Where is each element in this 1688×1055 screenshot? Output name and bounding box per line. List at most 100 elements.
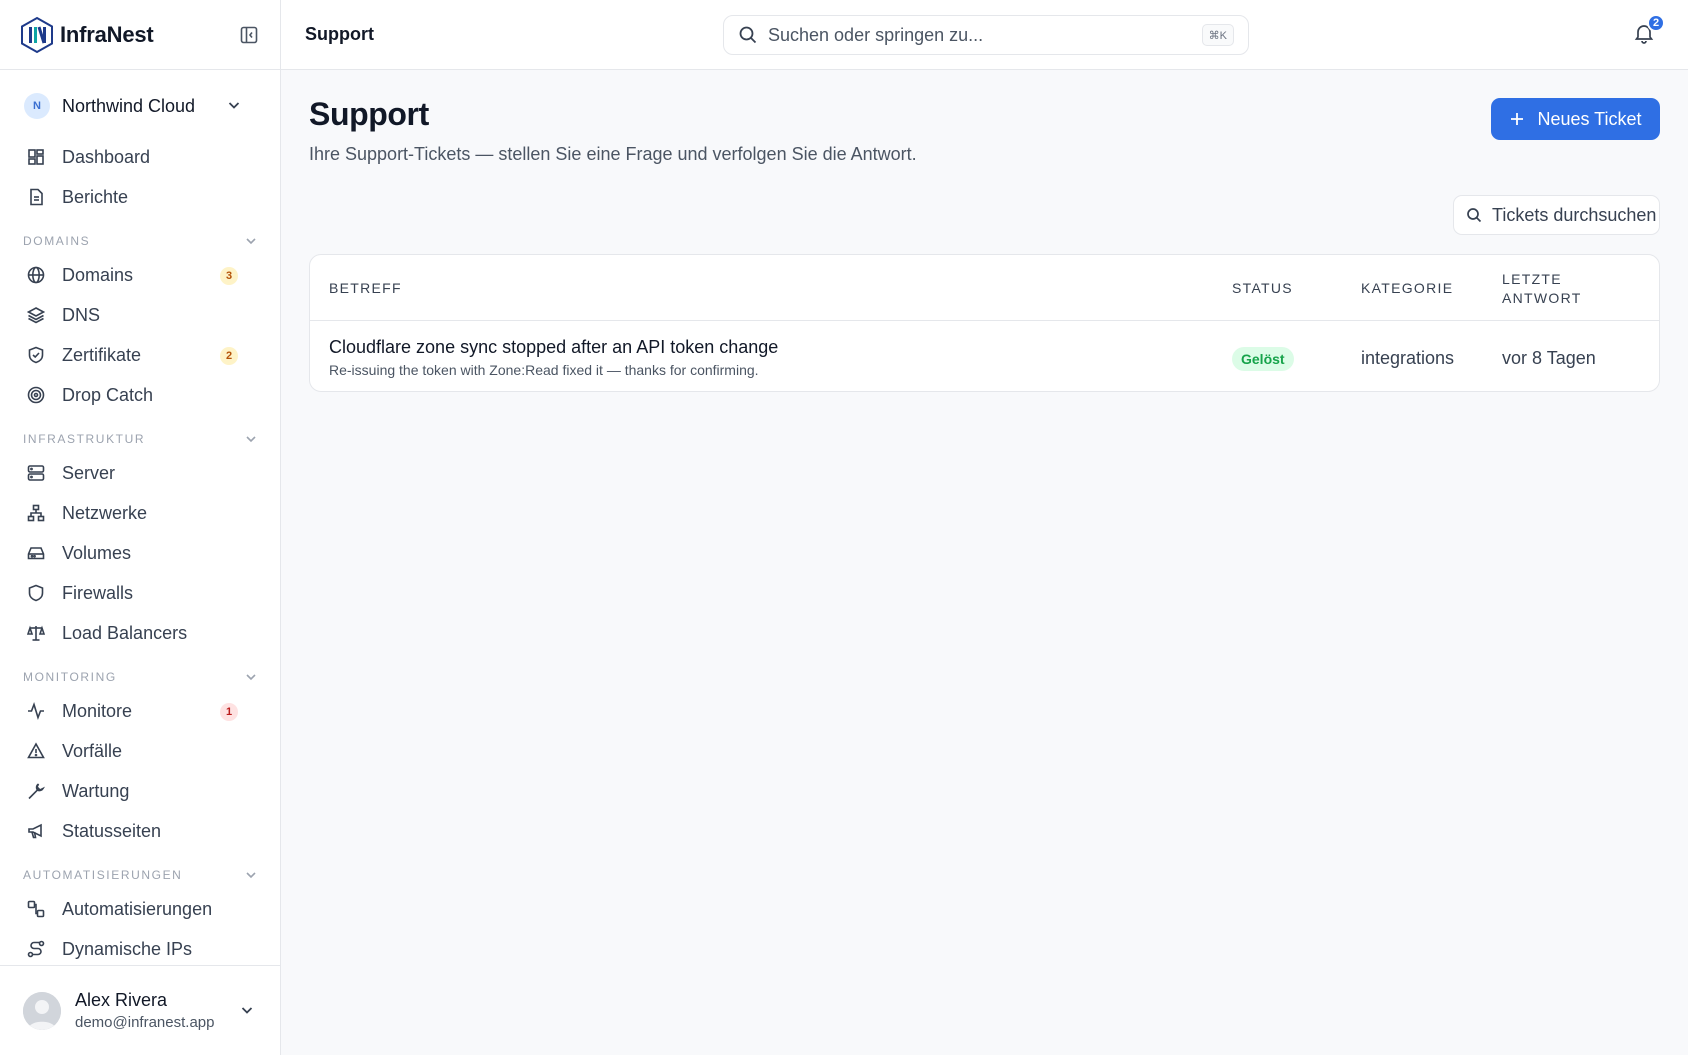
plus-icon — [1509, 111, 1525, 127]
ticket-last-reply: vor 8 Tagen — [1502, 348, 1596, 368]
sidebar-item-label: Dynamische IPs — [62, 938, 193, 959]
sidebar-item-drop-catch[interactable]: Drop Catch — [16, 378, 264, 412]
chevron-down-icon — [241, 1007, 253, 1014]
sidebar-item-label: Dashboard — [62, 146, 151, 167]
sidebar-item-dashboard[interactable]: Dashboard — [16, 140, 264, 174]
sidebar-item-label: Berichte — [62, 186, 129, 207]
sidebar-item-label: Netzwerke — [62, 502, 148, 523]
sidebar-collapse-button[interactable] — [238, 24, 260, 46]
table-row[interactable]: Cloudflare zone sync stopped after an AP… — [310, 322, 1659, 391]
activity-icon — [26, 701, 46, 721]
tickets-table: BETREFF STATUS KATEGORIE LETZTE ANTWORT … — [309, 254, 1660, 392]
shield-icon — [26, 583, 46, 603]
sidebar-item-domains[interactable]: Domains 3 — [16, 258, 264, 292]
ticket-search-input[interactable]: Tickets durchsuchen — [1453, 195, 1660, 235]
column-header-subject[interactable]: BETREFF — [329, 280, 402, 296]
section-domains-toggle[interactable]: DOMAINS — [23, 231, 258, 251]
chevron-down-icon — [246, 872, 256, 879]
notification-count-badge: 2 — [1647, 14, 1665, 32]
chevron-down-icon — [246, 436, 256, 443]
user-name: Alex Rivera — [75, 990, 168, 1010]
sidebar-item-label: Firewalls — [62, 582, 134, 603]
topbar: Support Suchen oder springen zu... ⌘K 2 — [281, 0, 1688, 70]
new-ticket-button[interactable]: Neues Ticket — [1491, 98, 1660, 140]
search-placeholder: Suchen oder springen zu... — [768, 24, 984, 45]
sidebar-item-netzwerke[interactable]: Netzwerke — [16, 496, 264, 530]
count-badge: 3 — [220, 267, 238, 285]
sidebar-item-dynamische-ips[interactable]: Dynamische IPs — [16, 932, 264, 966]
sidebar-item-label: Volumes — [62, 542, 132, 563]
sidebar-item-wartung[interactable]: Wartung — [16, 774, 264, 808]
sidebar-item-label: Domains — [62, 264, 134, 285]
section-label: MONITORING — [23, 670, 117, 684]
section-label: AUTOMATISIERUNGEN — [23, 868, 183, 882]
sidebar-item-automatisierungen[interactable]: Automatisierungen — [16, 892, 264, 926]
table-header: BETREFF STATUS KATEGORIE LETZTE ANTWORT — [310, 255, 1659, 321]
sidebar-item-dns[interactable]: DNS — [16, 298, 264, 332]
column-header-status[interactable]: STATUS — [1232, 280, 1293, 296]
workflow-icon — [26, 899, 46, 919]
sidebar-item-berichte[interactable]: Berichte — [16, 180, 264, 214]
column-header-line: ANTWORT — [1502, 290, 1582, 306]
sidebar: InfraNest N Northwind Cloud Dashboard Be… — [0, 0, 281, 1055]
page-title: Support — [309, 96, 429, 132]
sidebar-item-server[interactable]: Server — [16, 456, 264, 490]
sidebar-item-label: Wartung — [62, 780, 130, 801]
ticket-preview: Re-issuing the token with Zone:Read fixe… — [329, 362, 759, 378]
search-icon — [739, 26, 757, 44]
sidebar-item-label: DNS — [62, 304, 101, 325]
sidebar-item-load-balancers[interactable]: Load Balancers — [16, 616, 264, 650]
dashboard-icon — [26, 147, 46, 167]
sidebar-item-statusseiten[interactable]: Statusseiten — [16, 814, 264, 848]
chevron-down-icon — [246, 674, 256, 681]
section-automatisierungen-toggle[interactable]: AUTOMATISIERUNGEN — [23, 865, 258, 885]
sidebar-item-firewalls[interactable]: Firewalls — [16, 576, 264, 610]
ticket-category: integrations — [1361, 348, 1455, 368]
alert-triangle-icon — [26, 741, 46, 761]
count-badge: 1 — [220, 703, 238, 721]
global-search-input[interactable]: Suchen oder springen zu... ⌘K — [723, 15, 1249, 55]
sidebar-item-label: Zertifikate — [62, 344, 142, 365]
user-email: demo@infranest.app — [75, 1014, 215, 1031]
breadcrumb: Support — [305, 24, 374, 44]
org-switcher[interactable]: N Northwind Cloud — [16, 87, 264, 125]
scale-icon — [26, 623, 46, 643]
brand: InfraNest — [0, 0, 280, 70]
sidebar-item-label: Drop Catch — [62, 384, 154, 405]
sidebar-collapse-icon — [240, 26, 258, 44]
column-header-line: LETZTE — [1502, 271, 1562, 287]
notifications-button[interactable]: 2 — [1633, 14, 1665, 48]
sidebar-item-label: Server — [62, 462, 116, 483]
sidebar-item-zertifikate[interactable]: Zertifikate 2 — [16, 338, 264, 372]
route-icon — [26, 939, 46, 959]
column-header-category[interactable]: KATEGORIE — [1361, 280, 1453, 296]
sidebar-item-volumes[interactable]: Volumes — [16, 536, 264, 570]
sidebar-item-label: Monitore — [62, 700, 133, 721]
page-subtitle: Ihre Support-Tickets — stellen Sie eine … — [309, 144, 917, 164]
sidebar-item-vorfaelle[interactable]: Vorfälle — [16, 734, 264, 768]
section-monitoring-toggle[interactable]: MONITORING — [23, 667, 258, 687]
sidebar-item-label: Vorfälle — [62, 740, 123, 761]
globe-icon — [26, 265, 46, 285]
org-name: Northwind Cloud — [62, 95, 196, 116]
layers-icon — [26, 305, 46, 325]
org-avatar: N — [24, 93, 50, 119]
target-icon — [26, 385, 46, 405]
sidebar-item-monitore[interactable]: Monitore 1 — [16, 694, 264, 728]
chevron-down-icon — [246, 238, 256, 245]
ticket-search-placeholder: Tickets durchsuchen — [1492, 204, 1657, 225]
chevron-down-icon — [228, 102, 240, 109]
sidebar-item-label: Load Balancers — [62, 622, 188, 643]
section-label: DOMAINS — [23, 234, 91, 248]
section-infrastruktur-toggle[interactable]: INFRASTRUKTUR — [23, 429, 258, 449]
column-header-last-reply[interactable]: LETZTE ANTWORT — [1502, 270, 1582, 308]
user-menu[interactable]: Alex Rivera demo@infranest.app — [0, 965, 281, 1055]
megaphone-icon — [26, 821, 46, 841]
shortcut-hint: ⌘K — [1201, 24, 1234, 46]
sidebar-item-label: Automatisierungen — [62, 898, 213, 919]
status-badge: Gelöst — [1232, 347, 1294, 371]
hard-drive-icon — [26, 543, 46, 563]
section-label: INFRASTRUKTUR — [23, 432, 146, 446]
brand-name: InfraNest — [60, 21, 154, 47]
ticket-subject[interactable]: Cloudflare zone sync stopped after an AP… — [329, 337, 778, 358]
